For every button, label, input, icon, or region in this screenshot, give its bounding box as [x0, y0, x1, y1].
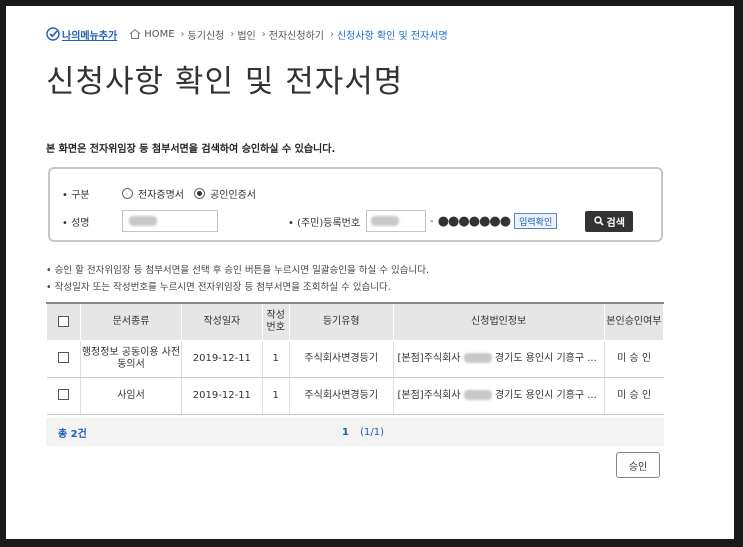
page-current[interactable]: 1 — [342, 427, 349, 438]
search-input-row: • 성명 • (주민)등록번호 - ●●●●●●● 입력확인 검색 — [62, 210, 634, 232]
input-confirm-button[interactable]: 입력확인 — [514, 213, 558, 229]
row-select-cell — [46, 377, 81, 415]
header-reg-type: 등기유형 — [288, 302, 394, 341]
name-input[interactable] — [122, 210, 218, 232]
note-view-document: • 작성일자 또는 작성번호를 누르시면 전자위임장 등 첨부서면을 조회하실 … — [46, 282, 391, 293]
pagination: 1 (1/1) — [342, 427, 384, 438]
doc-type-cell: 사임서 — [80, 377, 183, 415]
corp-info-cell: [본점]주식회사 경기도 용인시 기흥구 ... — [393, 377, 605, 415]
page-info: (1/1) — [360, 426, 385, 438]
header-number: 작성번호 — [261, 302, 290, 341]
search-icon — [593, 216, 604, 226]
select-all-checkbox[interactable] — [57, 315, 69, 327]
masked-reg-front — [371, 216, 400, 226]
breadcrumb-separator: › — [230, 28, 235, 40]
intro-text: 본 화면은 전자위임장 등 첨부서면을 검색하여 승인하실 수 있습니다. — [46, 144, 336, 155]
date-link[interactable]: 2019-12-11 — [181, 340, 263, 378]
page-title: 신청사항 확인 및 전자서명 — [46, 64, 404, 100]
masked-name — [129, 216, 157, 226]
reg-dash: - — [430, 215, 434, 227]
select-all-header — [46, 302, 81, 341]
breadcrumb-home[interactable]: HOME — [144, 29, 174, 40]
table-row: 사임서 2019-12-11 1 주식회사변경등기 [본점]주식회사 경기도 용… — [46, 377, 664, 415]
header-corp-info: 신청법인정보 — [392, 302, 605, 341]
header-date: 작성일자 — [181, 302, 263, 341]
corp-info-cell: [본점]주식회사 경기도 용인시 기흥구 ... — [393, 340, 605, 378]
date-link[interactable]: 2019-12-11 — [181, 377, 263, 415]
breadcrumb: 나의메뉴추가 HOME › 등기신청 › 법인 › 전자신청하기 › 신청사항 … — [46, 24, 448, 44]
number-link[interactable]: 1 — [262, 340, 290, 378]
row-checkbox[interactable] — [57, 389, 69, 401]
breadcrumb-separator: › — [180, 28, 185, 40]
table-footer: 총 2건 1 (1/1) — [46, 418, 664, 446]
breadcrumb-current: 신청사항 확인 및 전자서명 — [336, 30, 448, 42]
note-batch-approve: • 승인 할 전자위임장 등 첨부서면을 선택 후 승인 버튼을 누르시면 일괄… — [46, 265, 430, 276]
check-circle-icon — [46, 27, 60, 41]
total-count: 총 2건 — [58, 428, 87, 440]
search-panel: • 구분 전자증명서 공인인증서 • 성명 • (주민)등록번호 - ●●●●●… — [48, 167, 663, 242]
type-label: • 구분 — [62, 190, 90, 201]
reg-number-front-input[interactable] — [366, 210, 427, 232]
page-container: 나의메뉴추가 HOME › 등기신청 › 법인 › 전자신청하기 › 신청사항 … — [6, 6, 734, 539]
radio-circle-selected — [194, 188, 205, 199]
home-icon — [129, 28, 141, 39]
radio-e-certificate[interactable]: 전자증명서 — [122, 186, 184, 201]
approval-status-cell: 미 승 인 — [604, 340, 664, 378]
reg-number-back-input[interactable]: ●●●●●●● — [438, 214, 511, 229]
number-link[interactable]: 1 — [262, 377, 290, 415]
radio-circle — [122, 188, 133, 199]
radio-public-certificate[interactable]: 공인인증서 — [194, 186, 256, 201]
name-label: • 성명 — [62, 217, 90, 229]
search-type-row: • 구분 전자증명서 공인인증서 — [62, 186, 266, 201]
masked-corp-name — [463, 352, 492, 363]
row-checkbox[interactable] — [57, 352, 69, 364]
search-button[interactable]: 검색 — [585, 210, 634, 232]
row-select-cell — [46, 340, 81, 378]
document-table: 문서종류 작성일자 작성번호 등기유형 신청법인정보 본인승인여부 행정정보 공… — [46, 302, 665, 415]
my-menu-label: 나의메뉴추가 — [62, 30, 118, 42]
breadcrumb-e-application[interactable]: 전자신청하기 — [269, 27, 324, 42]
breadcrumb-corporation[interactable]: 법인 — [237, 27, 255, 42]
reg-type-cell: 주식회사변경등기 — [289, 340, 394, 378]
breadcrumb-registration[interactable]: 등기신청 — [188, 27, 225, 42]
header-approval-status: 본인승인여부 — [603, 302, 665, 341]
breadcrumb-separator: › — [261, 28, 266, 40]
doc-type-cell: 행정정보 공동이용 사전동의서 — [80, 340, 183, 378]
breadcrumb-separator: › — [329, 28, 334, 40]
masked-corp-name — [463, 389, 492, 400]
table-header-row: 문서종류 작성일자 작성번호 등기유형 신청법인정보 본인승인여부 — [46, 302, 665, 341]
my-menu-add-link[interactable]: 나의메뉴추가 — [46, 27, 117, 42]
reg-number-label: • (주민)등록번호 — [288, 217, 361, 229]
table-row: 행정정보 공동이용 사전동의서 2019-12-11 1 주식회사변경등기 [본… — [46, 340, 664, 378]
approve-button[interactable]: 승인 — [616, 452, 660, 478]
reg-type-cell: 주식회사변경등기 — [289, 377, 394, 415]
header-doc-type: 문서종류 — [79, 302, 183, 341]
approval-status-cell: 미 승 인 — [604, 377, 664, 415]
